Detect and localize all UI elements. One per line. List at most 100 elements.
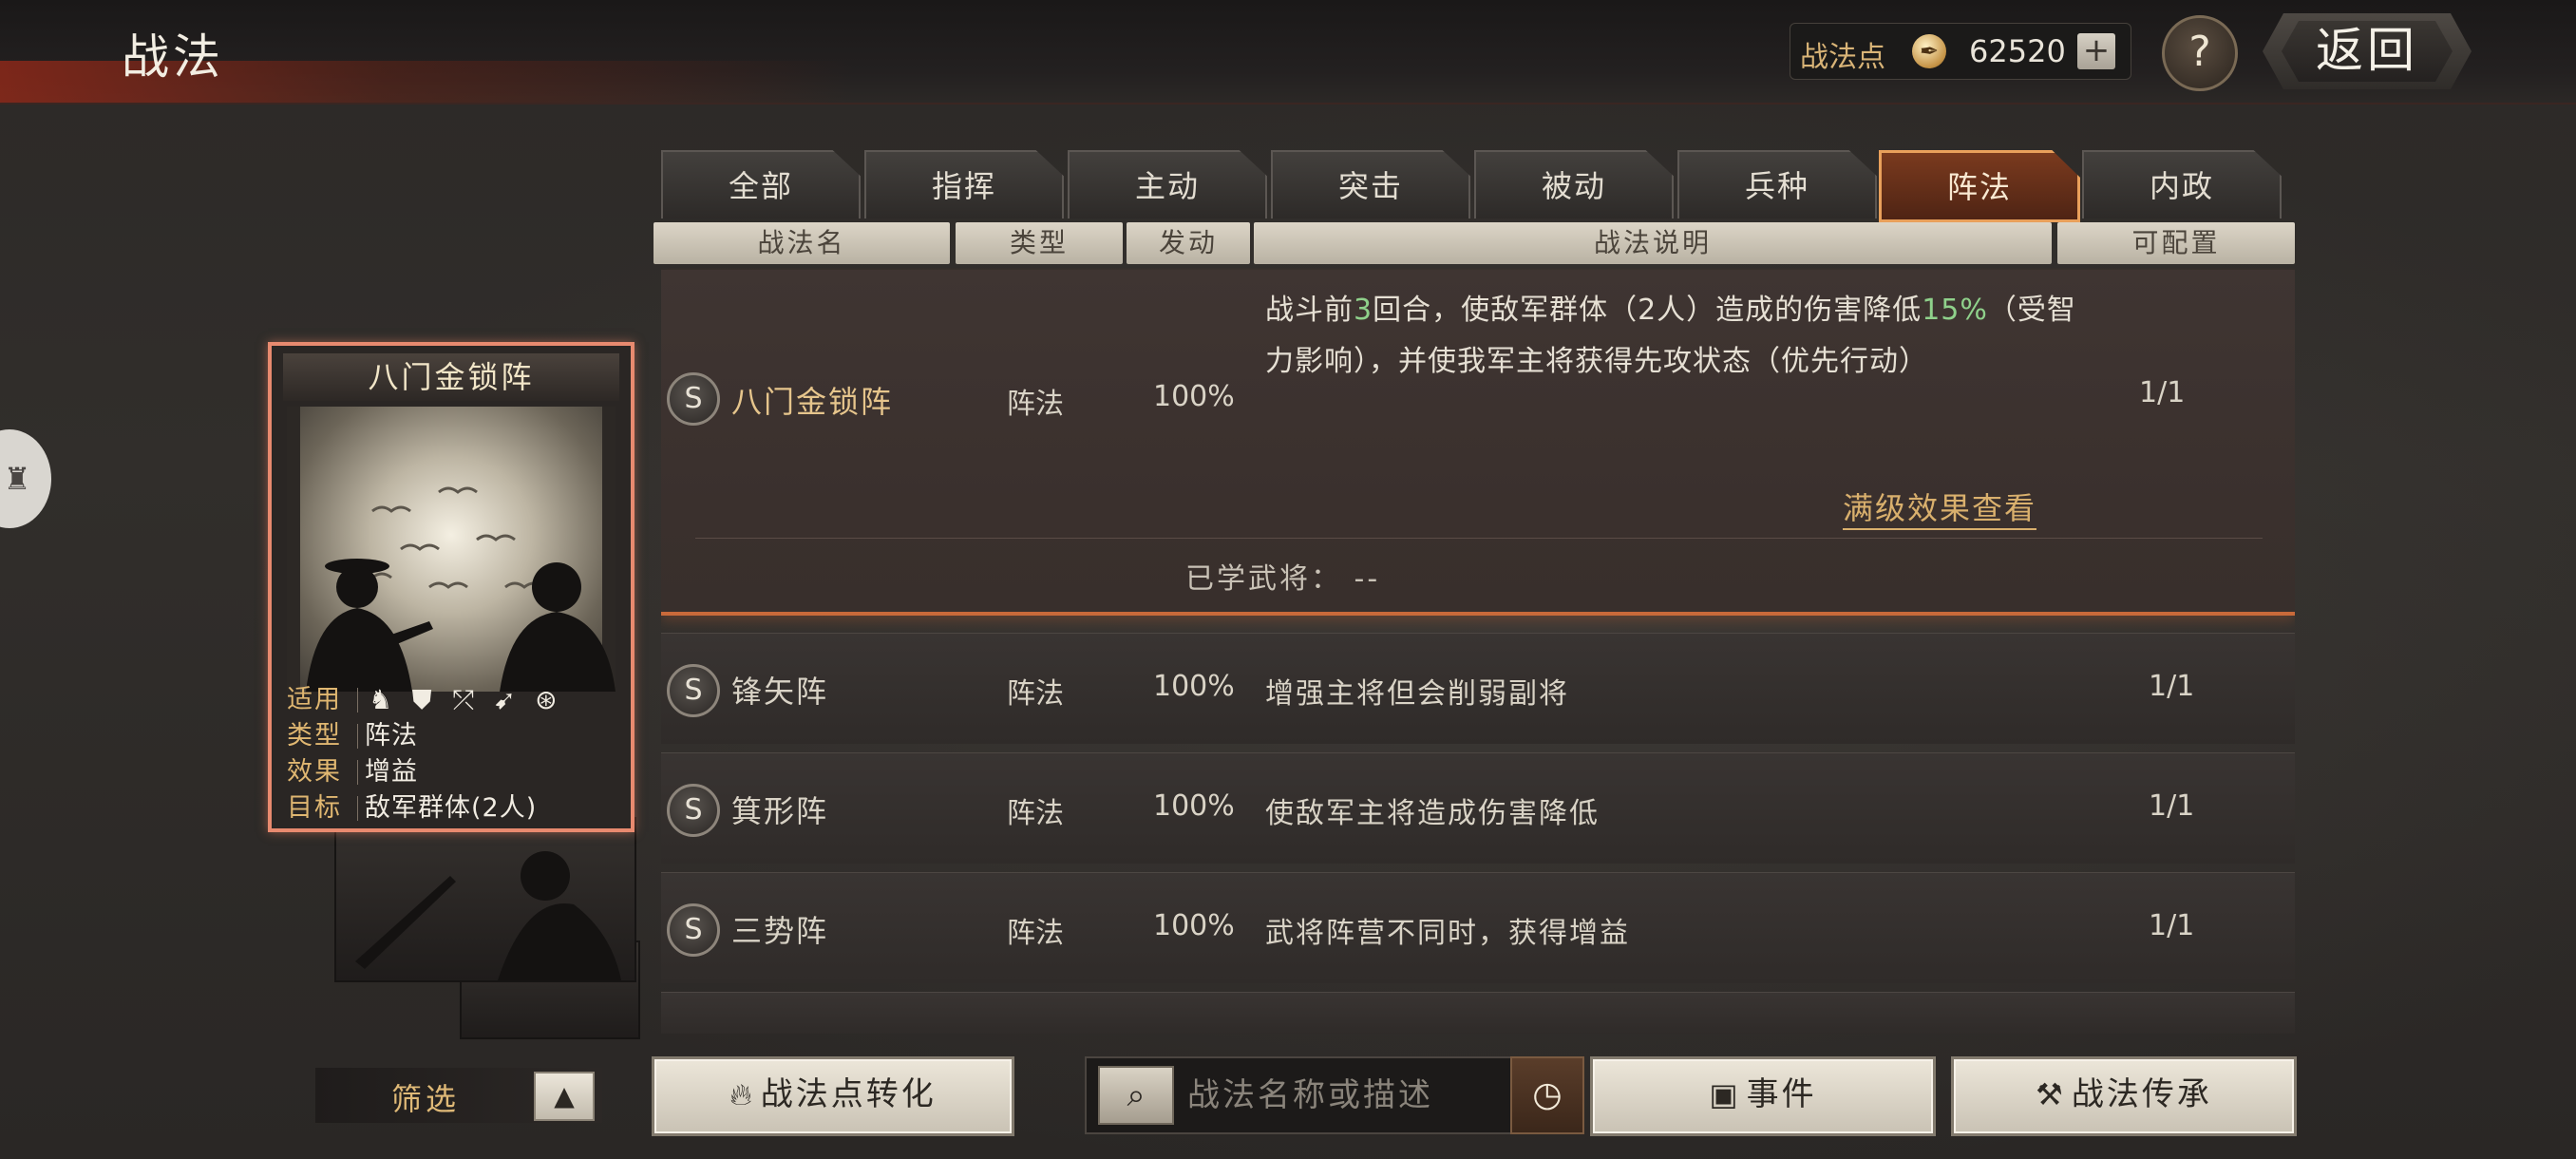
tab-active[interactable]: 主动: [1068, 150, 1267, 218]
desc-text: 战斗前: [1265, 294, 1354, 327]
tactic-rate: 100%: [1153, 789, 1235, 823]
card-apply-row: 适用 ♞ ⛊ ⤱ ➹ ⊛: [283, 682, 619, 718]
tactic-config: 1/1: [2139, 376, 2186, 409]
tactics-list[interactable]: S 八门金锁阵 阵法 100% 战斗前3回合，使敌军群体（2人）造成的伤害降低1…: [661, 268, 2295, 1034]
table-row-expanded[interactable]: S 八门金锁阵 阵法 100% 战斗前3回合，使敌军群体（2人）造成的伤害降低1…: [661, 270, 2295, 616]
divider: [357, 760, 358, 785]
card-title: 八门金锁阵: [283, 353, 619, 401]
column-header-description: 战法说明: [1254, 222, 2052, 264]
tactic-rate: 100%: [1153, 909, 1235, 942]
tactic-name: 八门金锁阵: [731, 384, 894, 420]
column-header-name[interactable]: 战法名: [653, 222, 950, 264]
event-icon: ▣: [1709, 1076, 1741, 1112]
event-label: 事件: [1746, 1075, 1817, 1113]
back-button[interactable]: 返回: [2263, 13, 2472, 89]
tactic-name: 锋矢阵: [731, 674, 829, 710]
tactic-description: 使敌军主将造成伤害降低: [1265, 797, 1600, 830]
tab-command[interactable]: 指挥: [864, 150, 1064, 218]
card-effect-row: 效果 增益: [283, 754, 619, 790]
card-artwork: [287, 407, 616, 692]
tactic-rate: 100%: [1153, 380, 1235, 413]
effect-label: 效果: [287, 757, 342, 787]
spear-icon: ➹: [493, 684, 518, 715]
desc-highlight: 3: [1354, 294, 1373, 327]
tactic-points-label: 战法点: [1800, 41, 1885, 74]
tactic-name: 三势阵: [731, 913, 829, 949]
help-button[interactable]: ?: [2162, 15, 2238, 91]
filter-toggle-button[interactable]: ▲: [534, 1072, 595, 1121]
grade-badge: S: [667, 903, 720, 957]
filter-label: 筛选: [391, 1081, 461, 1117]
tactic-card[interactable]: 八门金锁阵 适用 ♞ ⛊ ⤱ ➹ ⊛ 类型 阵法 效果 增益 目标 敌军群体(2…: [268, 342, 635, 832]
tactic-description: 增强主将但会削弱副将: [1265, 677, 1569, 711]
grade-badge: S: [667, 664, 720, 717]
tab-assault[interactable]: 突击: [1271, 150, 1470, 218]
target-value: 敌军群体(2人): [365, 793, 538, 823]
tactic-config: 1/1: [2149, 670, 2195, 703]
apply-icons: ♞ ⛊ ⤱ ➹ ⊛: [365, 682, 562, 719]
page-title: 战法: [122, 29, 224, 85]
tactic-type: 阵法: [1007, 917, 1064, 950]
inherit-tactic-label: 战法传承: [2071, 1075, 2212, 1113]
type-label: 类型: [287, 721, 342, 750]
add-points-button[interactable]: +: [2077, 33, 2115, 69]
tab-troop-type[interactable]: 兵种: [1677, 150, 1877, 218]
tactic-rate: 100%: [1153, 670, 1235, 703]
castle-icon: ♜: [3, 461, 31, 497]
divider: [357, 724, 358, 749]
card-info: 适用 ♞ ⛊ ⤱ ➹ ⊛ 类型 阵法 效果 增益 目标 敌军群体(2人): [283, 682, 619, 826]
tactic-description: 战斗前3回合，使敌军群体（2人）造成的伤害降低15%（受智力影响），并使我军主将…: [1265, 285, 2082, 388]
table-row-partial[interactable]: [661, 992, 2295, 1034]
column-header-config[interactable]: 可配置: [2057, 222, 2295, 264]
search-icon[interactable]: ⌕: [1098, 1066, 1174, 1125]
inherit-tactic-button[interactable]: ⚒ 战法传承: [1951, 1056, 2297, 1136]
clock-icon[interactable]: ◷: [1510, 1056, 1584, 1134]
formation-scene-art: [287, 407, 616, 692]
card-type-row: 类型 阵法: [283, 718, 619, 754]
tactic-config: 1/1: [2149, 789, 2195, 823]
tactic-name: 箕形阵: [731, 793, 829, 829]
filter-control[interactable]: 筛选 ▲: [315, 1068, 602, 1123]
table-row[interactable]: S 箕形阵 阵法 100% 使敌军主将造成伤害降低 1/1: [661, 752, 2295, 864]
table-row[interactable]: S 锋矢阵 阵法 100% 增强主将但会削弱副将 1/1: [661, 633, 2295, 744]
wheel-icon: ⊛: [535, 684, 559, 715]
shield-icon: ⛊: [411, 684, 433, 715]
target-label: 目标: [287, 793, 342, 823]
grade-badge: S: [667, 784, 720, 837]
learned-generals: 已学武将： --: [1185, 562, 1381, 596]
desc-highlight: 15%: [1922, 294, 1988, 327]
soldier-silhouette-art: [355, 851, 621, 980]
tactic-description: 武将阵营不同时，获得增益: [1265, 917, 1630, 950]
feather-coin-icon: ✒: [1912, 34, 1946, 68]
flame-icon: 🔥︎: [729, 1076, 755, 1112]
divider: [357, 796, 358, 821]
tactic-config: 1/1: [2149, 909, 2195, 942]
convert-points-label: 战法点转化: [760, 1075, 937, 1113]
top-bar: 战法 战法点 ✒ 62520 + ? 返回: [0, 0, 2576, 104]
search-input[interactable]: [1185, 1068, 1550, 1123]
tactic-type: 阵法: [1007, 388, 1064, 421]
convert-points-button[interactable]: 🔥︎ 战法点转化: [652, 1056, 1014, 1136]
apply-label: 适用: [287, 685, 342, 714]
table-row[interactable]: S 三势阵 阵法 100% 武将阵营不同时，获得增益 1/1: [661, 872, 2295, 983]
back-button-label: 返回: [2282, 21, 2453, 82]
event-button[interactable]: ▣ 事件: [1590, 1056, 1936, 1136]
hammer-icon: ⚒: [2036, 1076, 2066, 1112]
column-header-type[interactable]: 类型: [956, 222, 1123, 264]
tab-all[interactable]: 全部: [661, 150, 861, 218]
card-target-row: 目标 敌军群体(2人): [283, 790, 619, 826]
max-level-effect-link[interactable]: 满级效果查看: [1843, 484, 2037, 530]
grade-badge: S: [667, 372, 720, 426]
tactic-type: 阵法: [1007, 677, 1064, 711]
tab-formation[interactable]: 阵法: [1879, 150, 2080, 222]
desc-text: 回合，使敌军群体（2人）造成的伤害降低: [1373, 294, 1923, 327]
effect-value: 增益: [365, 757, 418, 787]
column-header-rate[interactable]: 发动: [1127, 222, 1250, 264]
tactic-type: 阵法: [1007, 797, 1064, 830]
tab-passive[interactable]: 被动: [1474, 150, 1674, 218]
bow-icon: ⤱: [452, 684, 475, 715]
divider: [357, 688, 358, 712]
divider: [695, 538, 2263, 539]
tab-internal-affairs[interactable]: 内政: [2082, 150, 2282, 218]
cavalry-icon: ♞: [368, 684, 394, 715]
